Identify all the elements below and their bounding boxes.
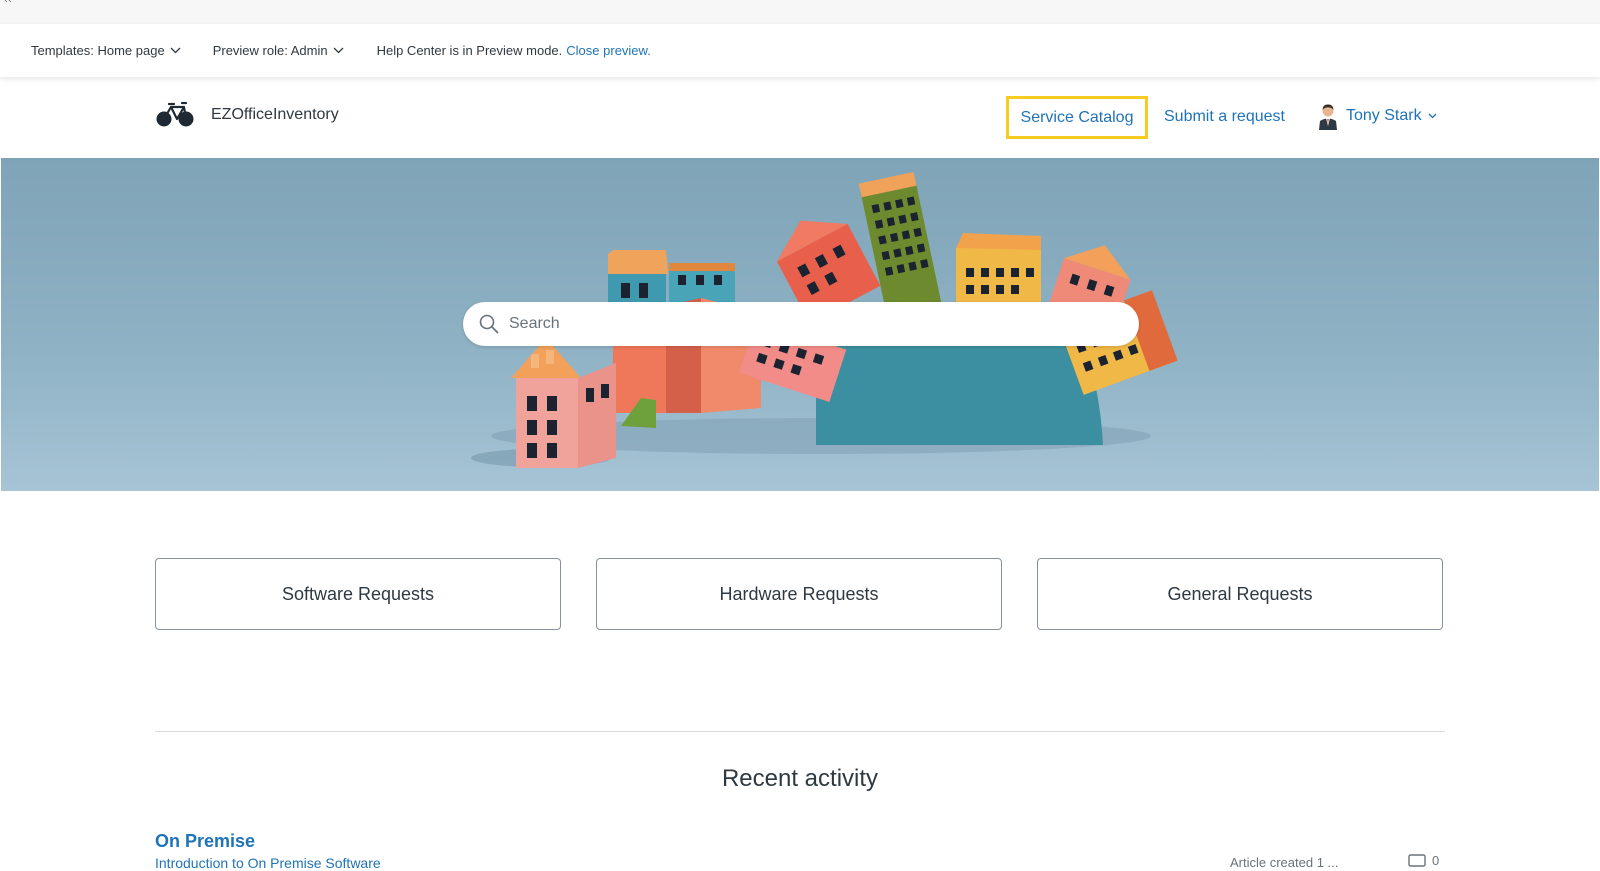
chevron-down-icon — [333, 47, 344, 54]
nav-submit-request[interactable]: Submit a request — [1164, 108, 1285, 126]
templates-dropdown[interactable]: Templates: Home page — [31, 43, 181, 58]
search-input[interactable] — [507, 314, 1111, 334]
brand-name: EZOfficeInventory — [211, 106, 339, 123]
user-name: Tony Stark — [1346, 107, 1422, 124]
avatar — [1319, 104, 1337, 130]
preview-mode-text: Help Center is in Preview mode. — [376, 43, 563, 58]
site-header: EZOfficeInventory Service Catalog Submit… — [0, 78, 1600, 158]
activity-article-link[interactable]: Introduction to On Premise Software — [155, 855, 381, 871]
service-catalog-label: Service Catalog — [1020, 108, 1134, 126]
search-bar[interactable] — [463, 302, 1139, 346]
category-software-requests[interactable]: Software Requests — [155, 558, 561, 630]
preview-role-dropdown[interactable]: Preview role: Admin — [213, 43, 344, 58]
section-divider — [155, 731, 1445, 732]
hero-banner — [1, 158, 1599, 491]
search-icon — [479, 314, 499, 334]
nav-service-catalog[interactable]: Service Catalog — [1006, 96, 1148, 139]
preview-role-label: Preview role: Admin — [212, 43, 328, 58]
chevron-down-icon — [170, 47, 181, 54]
bicycle-icon — [156, 102, 194, 127]
category-general-requests[interactable]: General Requests — [1037, 558, 1443, 630]
close-preview-link[interactable]: Close preview. — [566, 43, 651, 58]
recent-activity-heading: Recent activity — [721, 765, 879, 792]
preview-bar: Templates: Home page Preview role: Admin… — [0, 24, 1600, 77]
top-strip-mark: `` — [4, 0, 12, 12]
user-menu[interactable]: Tony Stark — [1318, 102, 1437, 130]
chevron-down-icon — [1428, 113, 1437, 119]
activity-comment-count: 0 — [1408, 853, 1439, 868]
templates-label: Templates: Home page — [31, 43, 165, 58]
activity-section-link[interactable]: On Premise — [155, 831, 255, 852]
category-hardware-requests[interactable]: Hardware Requests — [596, 558, 1002, 630]
browser-top-strip: `` — [0, 0, 1600, 24]
comment-icon — [1408, 853, 1426, 867]
comment-count-value: 0 — [1432, 853, 1440, 868]
brand[interactable]: EZOfficeInventory — [155, 102, 339, 128]
preview-mode-notice: Help Center is in Preview mode. Close pre… — [377, 43, 651, 58]
